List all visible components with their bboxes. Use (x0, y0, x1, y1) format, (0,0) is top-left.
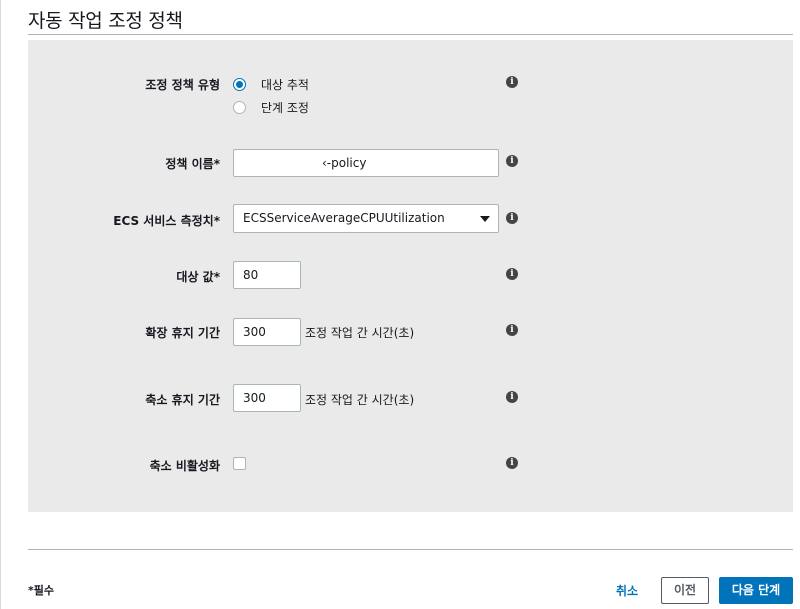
info-icon[interactable]: i (506, 457, 518, 469)
target-value-input[interactable]: 80 (233, 261, 301, 289)
scale-in-cooldown-label: 축소 휴지 기간 (145, 393, 220, 407)
next-step-button[interactable]: 다음 단계 (719, 577, 793, 604)
required-note: *필수 (28, 584, 54, 597)
footer-divider (28, 549, 793, 550)
page-title: 자동 작업 조정 정책 (28, 10, 183, 32)
scale-out-cooldown-unit: 조정 작업 간 시간(초) (305, 326, 415, 340)
form-panel (28, 40, 793, 512)
cancel-link[interactable]: 취소 (616, 582, 638, 599)
ecs-metric-label: ECS 서비스 측정치* (113, 214, 220, 228)
policy-name-input[interactable]: ‹-policy (233, 149, 499, 177)
radio-step-scaling-label: 단계 조정 (261, 101, 309, 115)
scale-out-cooldown-input[interactable]: 300 (233, 318, 301, 346)
left-border (0, 0, 1, 609)
radio-target-tracking-label: 대상 추적 (261, 78, 309, 92)
info-icon[interactable]: i (506, 391, 518, 403)
previous-button[interactable]: 이전 (661, 577, 709, 604)
ecs-metric-select[interactable]: ECSServiceAverageCPUUtilization (233, 204, 499, 233)
disable-scale-in-label: 축소 비활성화 (149, 459, 220, 473)
policy-type-label: 조정 정책 유형 (145, 78, 220, 92)
policy-name-label: 정책 이름* (165, 157, 220, 171)
radio-target-tracking-button[interactable] (233, 78, 246, 91)
radio-step-scaling[interactable]: 단계 조정 (233, 99, 309, 116)
info-icon[interactable]: i (506, 324, 518, 336)
disable-scale-in-checkbox[interactable] (233, 457, 246, 470)
scale-out-cooldown-label: 확장 휴지 기간 (145, 326, 220, 340)
info-icon[interactable]: i (506, 212, 518, 224)
info-icon[interactable]: i (506, 155, 518, 167)
ecs-metric-selected-value: ECSServiceAverageCPUUtilization (243, 211, 445, 225)
title-divider (28, 34, 793, 35)
scale-in-cooldown-input[interactable]: 300 (233, 384, 301, 412)
caret-down-icon (480, 216, 490, 222)
scale-in-cooldown-unit: 조정 작업 간 시간(초) (305, 393, 415, 407)
info-icon[interactable]: i (506, 76, 518, 88)
radio-target-tracking[interactable]: 대상 추적 (233, 76, 309, 93)
target-value-label: 대상 값* (176, 270, 220, 284)
info-icon[interactable]: i (506, 268, 518, 280)
radio-step-scaling-button[interactable] (233, 101, 246, 114)
